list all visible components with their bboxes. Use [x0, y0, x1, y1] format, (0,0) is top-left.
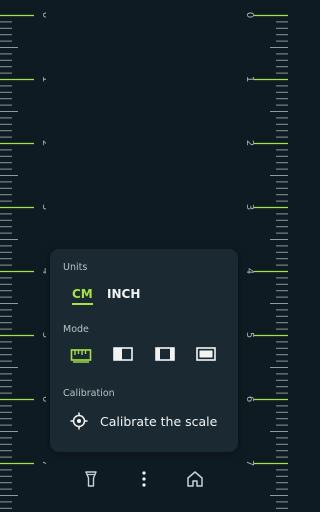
home-button[interactable]	[184, 468, 206, 490]
full-frame-mode-icon	[196, 347, 216, 361]
mode-ruler-button[interactable]	[70, 345, 92, 363]
flashlight-button[interactable]	[80, 468, 102, 490]
more-button[interactable]	[133, 468, 155, 490]
mode-full-button[interactable]	[195, 345, 217, 363]
mode-center-button[interactable]	[154, 345, 176, 363]
ruler-number: 3	[40, 204, 46, 210]
ruler-number: 4	[40, 268, 46, 274]
ruler-number: 5	[244, 332, 255, 338]
ruler-number: 6	[244, 396, 255, 402]
crosshair-icon	[70, 412, 88, 430]
unit-inch-button[interactable]: INCH	[107, 287, 140, 303]
ruler-number: 0	[244, 12, 255, 18]
ruler-number: 2	[244, 140, 255, 146]
ruler-number: 4	[244, 268, 255, 274]
ruler-number: 5	[40, 332, 46, 338]
mode-half-button[interactable]	[112, 345, 134, 363]
units-label: Units	[63, 262, 88, 273]
half-left-mode-icon	[113, 347, 133, 361]
left-ruler: 01234567	[0, 0, 46, 512]
ruler-number: 0	[40, 12, 46, 18]
center-mode-icon	[155, 347, 175, 361]
ruler-number: 3	[244, 204, 255, 210]
more-vertical-icon	[142, 471, 146, 487]
settings-panel: Units CM INCH Mode Calibration Calibrate…	[50, 249, 238, 452]
ruler-number: 2	[40, 140, 46, 146]
ruler-number: 6	[40, 396, 46, 402]
bottom-bar	[0, 462, 288, 496]
calibrate-button[interactable]: Calibrate the scale	[70, 411, 217, 431]
flashlight-icon	[85, 471, 97, 487]
calibration-label: Calibration	[63, 388, 115, 399]
home-icon	[187, 471, 203, 487]
calibrate-label: Calibrate the scale	[100, 413, 218, 429]
right-ruler: 01234567	[242, 0, 288, 512]
ruler-mode-icon	[70, 349, 92, 363]
unit-cm-button[interactable]: CM	[72, 287, 93, 305]
ruler-number: 1	[244, 76, 255, 82]
ruler-number: 1	[40, 76, 46, 82]
mode-label: Mode	[63, 324, 89, 335]
